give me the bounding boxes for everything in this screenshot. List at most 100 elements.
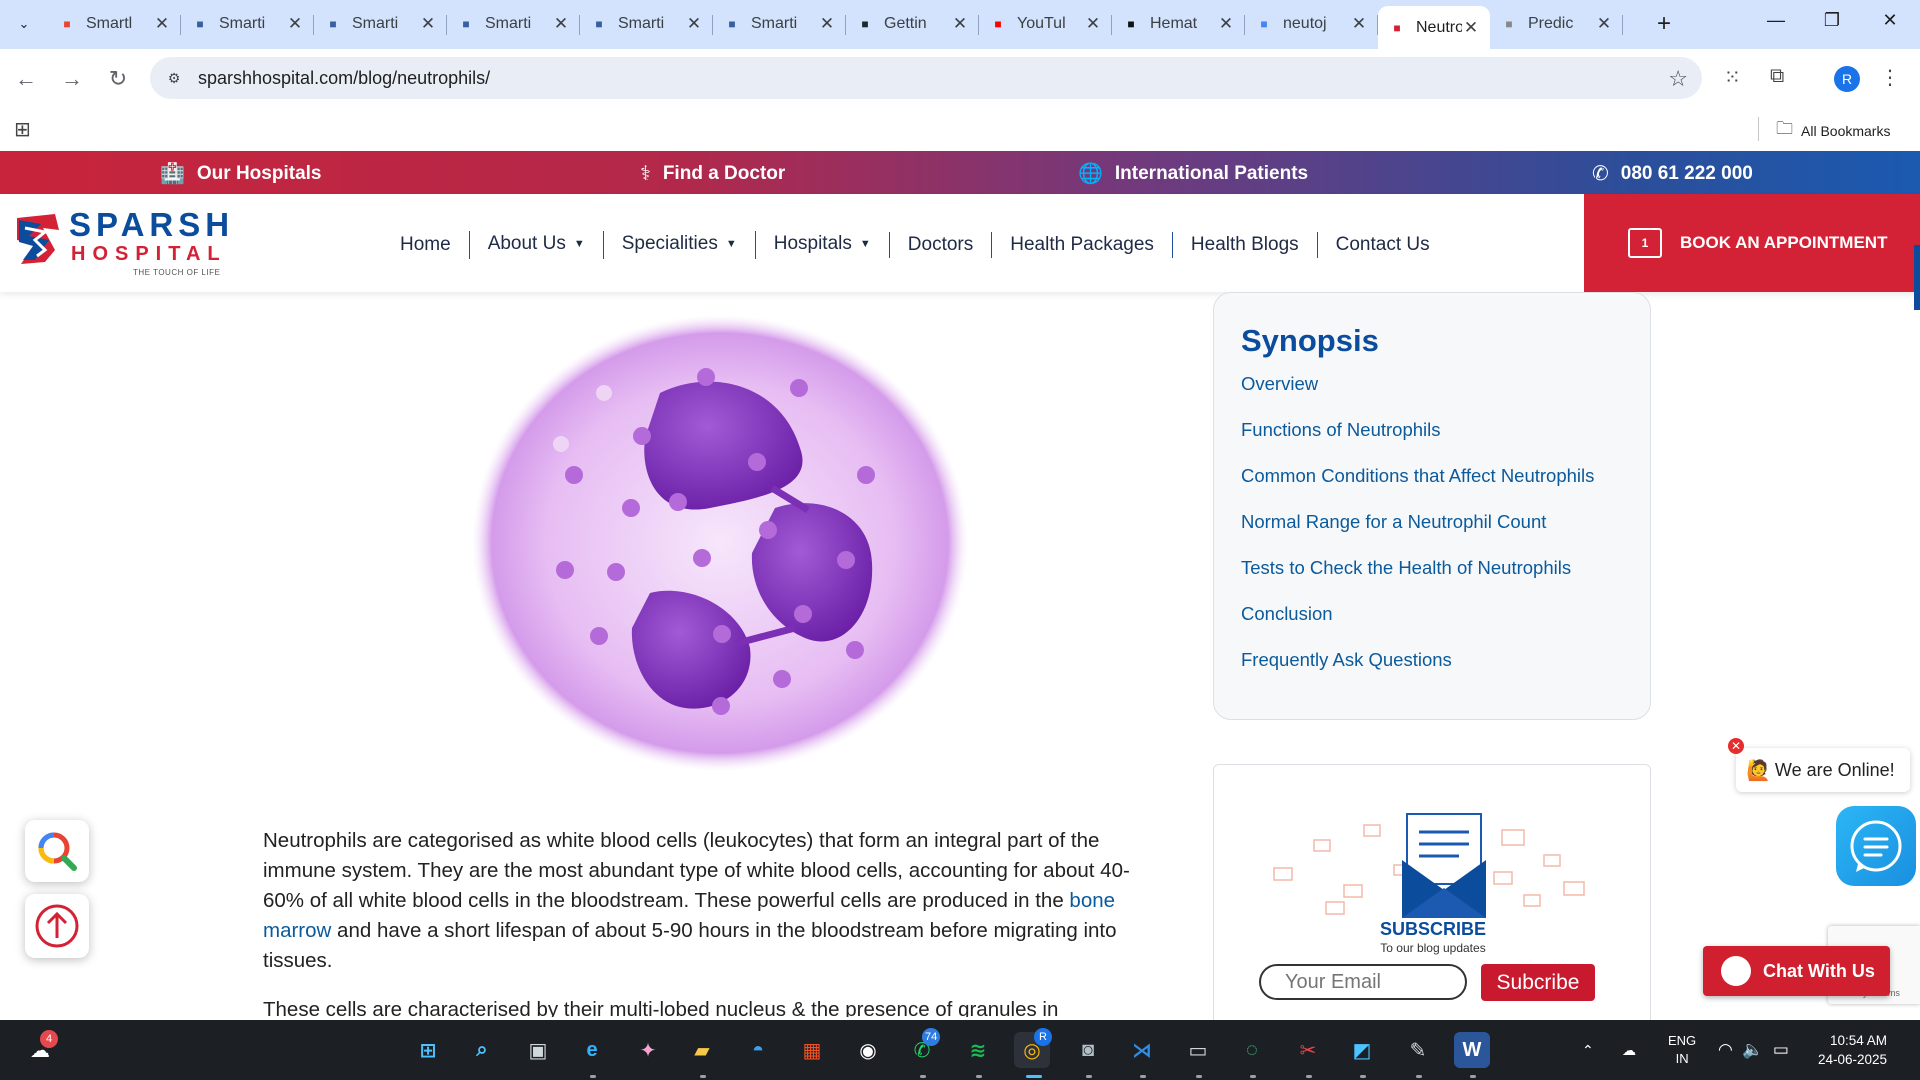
- browser-tab[interactable]: ■ Gettin ✕: [846, 6, 979, 42]
- nav-home[interactable]: Home: [400, 232, 469, 258]
- sparsh-logo[interactable]: SPARSH HOSPITAL THE TOUCH OF LIFE: [15, 208, 230, 278]
- tab-close-icon[interactable]: ✕: [1595, 14, 1613, 34]
- synopsis-link-normal-range[interactable]: Normal Range for a Neutrophil Count: [1241, 509, 1594, 555]
- photos-icon[interactable]: ◓: [740, 1032, 776, 1068]
- github-icon[interactable]: ◉: [850, 1032, 886, 1068]
- task-view-icon[interactable]: ▣: [520, 1032, 556, 1068]
- language-indicator[interactable]: ENG IN: [1668, 1020, 1696, 1080]
- find-doctor-link[interactable]: ⚕ Find a Doctor: [640, 161, 785, 186]
- snipping-tool-icon[interactable]: ✂: [1290, 1032, 1326, 1068]
- profile-avatar[interactable]: R: [1834, 66, 1860, 92]
- edge-icon[interactable]: e: [574, 1032, 610, 1068]
- nav-specialities[interactable]: Specialities ▼: [602, 231, 755, 259]
- our-hospitals-link[interactable]: 🏥 Our Hospitals: [160, 161, 321, 186]
- word-icon[interactable]: W: [1454, 1032, 1490, 1068]
- microsoft-store-icon[interactable]: ▦: [794, 1032, 830, 1068]
- running-indicator: [976, 1075, 982, 1078]
- tab-title: Smarti: [485, 15, 532, 32]
- tab-close-icon[interactable]: ✕: [1462, 18, 1480, 38]
- chat-with-us-button[interactable]: Chat With Us: [1703, 946, 1890, 996]
- synopsis-link-conclusion[interactable]: Conclusion: [1241, 601, 1594, 647]
- notepad-icon[interactable]: ✎: [1400, 1032, 1436, 1068]
- tab-close-icon[interactable]: ✕: [1084, 14, 1102, 34]
- subscribe-button[interactable]: Subcribe: [1481, 964, 1595, 1001]
- tab-close-icon[interactable]: ✕: [1217, 14, 1235, 34]
- nav-hospitals[interactable]: Hospitals ▼: [754, 231, 889, 259]
- clock[interactable]: 10:54 AM 24-06-2025: [1818, 1020, 1887, 1080]
- tab-close-icon[interactable]: ✕: [818, 14, 836, 34]
- all-bookmarks-button[interactable]: 🗀 All Bookmarks: [1776, 116, 1890, 145]
- floating-search-button[interactable]: [25, 820, 89, 882]
- online-status-bubble[interactable]: 🙋 We are Online!: [1736, 748, 1910, 792]
- minimize-button[interactable]: —: [1762, 10, 1790, 31]
- nav-health-packages[interactable]: Health Packages: [991, 232, 1172, 258]
- apps-grid-icon[interactable]: ⊞: [14, 117, 31, 142]
- browser-tab[interactable]: ■ Smarti ✕: [314, 6, 447, 42]
- synopsis-link-conditions[interactable]: Common Conditions that Affect Neutrophil…: [1241, 463, 1594, 509]
- back-button[interactable]: ←: [10, 63, 42, 95]
- browser-tab[interactable]: ■ Smarti ✕: [181, 6, 314, 42]
- browser-tab[interactable]: ■ Smarti ✕: [713, 6, 846, 42]
- tab-close-icon[interactable]: ✕: [153, 14, 171, 34]
- camera-icon[interactable]: ◙: [1070, 1032, 1106, 1068]
- reload-button[interactable]: ↻: [102, 63, 134, 95]
- synopsis-link-faq[interactable]: Frequently Ask Questions: [1241, 647, 1594, 693]
- vscode-icon[interactable]: ⋊: [1124, 1032, 1160, 1068]
- browser-tab[interactable]: ■ Smarti ✕: [447, 6, 580, 42]
- quick-settings-button[interactable]: ◠ 🔈 ▭: [1718, 1020, 1789, 1080]
- synopsis-link-tests[interactable]: Tests to Check the Health of Neutrophils: [1241, 555, 1594, 601]
- nav-contact-us[interactable]: Contact Us: [1316, 232, 1448, 258]
- browser-tab[interactable]: ■ Smarti ✕: [580, 6, 713, 42]
- browser-tab-bar: ⌄ ■ Smartl ✕ ■ Smarti ✕ ■ Smarti ✕ ■ Smarti ✕ ■ Smart…: [0, 0, 1920, 49]
- email-input[interactable]: [1259, 964, 1467, 1000]
- tray-onedrive-icon[interactable]: ☁: [1622, 1020, 1636, 1080]
- tab-close-icon[interactable]: ✕: [1350, 14, 1368, 34]
- browser-tab[interactable]: ■ YouTul ✕: [979, 6, 1112, 42]
- tab-close-icon[interactable]: ✕: [419, 14, 437, 34]
- article-paragraph-2: These cells are characterised by their m…: [263, 998, 1059, 1017]
- tray-overflow-button[interactable]: ⌃: [1582, 1020, 1594, 1080]
- browser-tab[interactable]: ■ Smartl ✕: [48, 6, 181, 42]
- nav-doctors[interactable]: Doctors: [888, 232, 991, 258]
- close-online-bubble-button[interactable]: ✕: [1728, 738, 1744, 754]
- forward-button[interactable]: →: [56, 63, 88, 95]
- phone-link[interactable]: ✆ 080 61 222 000: [1592, 161, 1753, 186]
- tab-close-icon[interactable]: ✕: [286, 14, 304, 34]
- tab-close-icon[interactable]: ✕: [951, 14, 969, 34]
- address-bar[interactable]: ⚙ sparshhospital.com/blog/neutrophils/ ☆: [150, 57, 1702, 99]
- smartdraw-icon: ■: [196, 17, 204, 31]
- windows-start-icon[interactable]: ⊞: [410, 1032, 446, 1068]
- browser-tab[interactable]: ■ Predic ✕: [1490, 6, 1623, 42]
- bookmark-star-icon[interactable]: ☆: [1668, 66, 1688, 92]
- synopsis-link-overview[interactable]: Overview: [1241, 371, 1594, 417]
- scroll-to-top-button[interactable]: [25, 894, 89, 958]
- tab-close-icon[interactable]: ✕: [552, 14, 570, 34]
- copilot-icon[interactable]: ✦: [630, 1032, 666, 1068]
- extensions-puzzle-icon[interactable]: ⧉: [1770, 65, 1784, 88]
- browser-tab[interactable]: ■ Hemat ✕: [1112, 6, 1245, 42]
- close-window-button[interactable]: ✕: [1876, 10, 1904, 31]
- new-tab-button[interactable]: +: [1650, 10, 1678, 38]
- terminal-icon[interactable]: ▭: [1180, 1032, 1216, 1068]
- browser-tab[interactable]: ■ neutoj ✕: [1245, 6, 1378, 42]
- international-patients-link[interactable]: 🌐 International Patients: [1078, 161, 1308, 186]
- synopsis-link-functions[interactable]: Functions of Neutrophils: [1241, 417, 1594, 463]
- restore-button[interactable]: ❐: [1818, 10, 1846, 31]
- browser-tab[interactable]: ■ Neutro ✕: [1378, 6, 1490, 49]
- progress-app-icon[interactable]: ◌: [1234, 1032, 1270, 1068]
- spotify-icon[interactable]: ≋: [960, 1032, 996, 1068]
- nav-health-blogs[interactable]: Health Blogs: [1171, 232, 1317, 258]
- running-indicator: [700, 1075, 706, 1078]
- paint-icon[interactable]: ◩: [1344, 1032, 1380, 1068]
- nav-about-us[interactable]: About Us ▼: [468, 231, 603, 259]
- more-menu-icon[interactable]: ⋮: [1880, 65, 1900, 90]
- file-explorer-icon[interactable]: ▰: [684, 1032, 720, 1068]
- tab-search-button[interactable]: ⌄: [10, 10, 38, 38]
- site-settings-icon[interactable]: ⚙: [164, 68, 184, 88]
- chatbot-launcher[interactable]: [1836, 806, 1916, 886]
- search-taskbar-icon[interactable]: ⌕: [464, 1032, 500, 1068]
- tab-close-icon[interactable]: ✕: [685, 14, 703, 34]
- book-appointment-button[interactable]: 1 BOOK AN APPOINTMENT: [1584, 194, 1920, 292]
- extension-icon[interactable]: ⁙: [1724, 65, 1741, 90]
- url-text: sparshhospital.com/blog/neutrophils/: [198, 67, 491, 88]
